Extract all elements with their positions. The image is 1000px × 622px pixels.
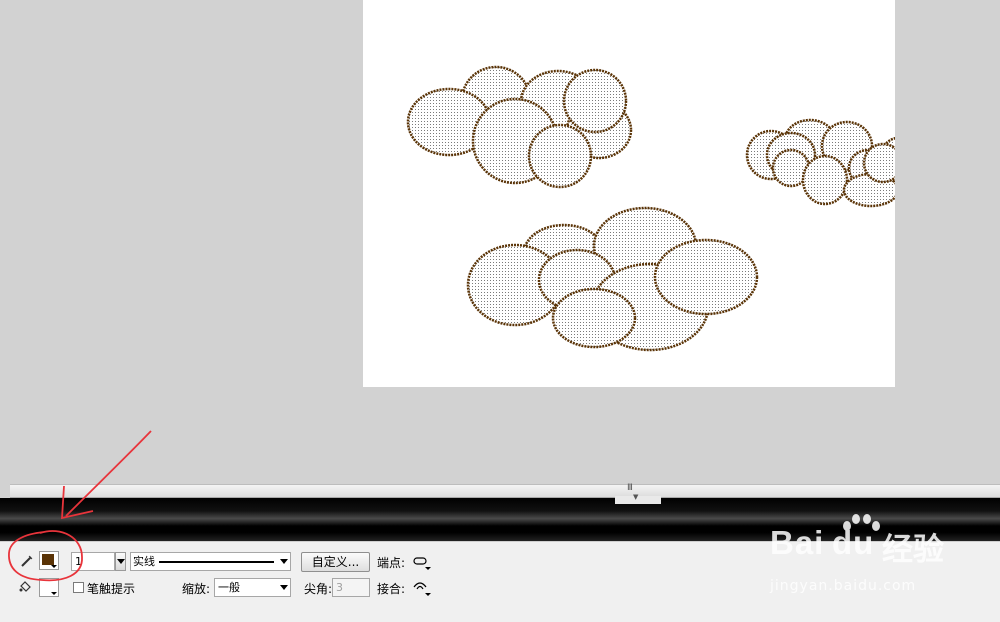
stroke-style-select[interactable]: 实线 [130,552,291,571]
paint-bucket-icon [19,581,31,592]
scrollbar-grip[interactable]: III [627,483,633,493]
cloud-shape-2 [745,118,895,208]
cloud-drawing [406,65,895,352]
round-cap-icon [413,557,431,570]
cloud-shape-3 [466,206,759,352]
stage-canvas[interactable] [363,0,895,387]
collapse-arrow-icon: ▼ [633,493,639,501]
watermark-brand-latin: Bai [770,524,825,561]
pencil-icon [21,555,33,567]
miter-label: 尖角: [304,582,333,596]
miter-input[interactable]: 3 [332,578,370,597]
cap-label: 端点: [377,556,406,570]
workspace-area[interactable] [0,0,1000,484]
stroke-style-value: 实线 [133,555,155,568]
stroke-hinting-checkbox[interactable] [73,582,84,593]
stroke-width-slider-toggle[interactable] [115,552,126,571]
watermark-brand-du: du [832,524,875,561]
stroke-style-preview-line [159,561,274,563]
scale-value: 一般 [218,581,240,594]
scale-label: 缩放: [182,582,211,596]
stroke-width-input[interactable]: 1 [71,552,115,571]
cloud-shape-1 [406,65,633,189]
fill-color-fill [42,581,54,592]
stroke-color-swatch[interactable] [39,551,59,570]
join-label: 接合: [377,582,406,596]
fill-color-swatch[interactable] [39,578,59,597]
swatch-dropdown-icon [51,592,57,595]
panel-collapse-toggle[interactable]: ▼ [615,493,661,504]
round-join-icon [413,582,431,596]
chevron-down-icon [280,559,288,564]
swatch-dropdown-icon [51,565,57,568]
watermark-brand-cn: 经验 [882,532,944,568]
watermark-url: jingyan.baidu.com [770,578,917,594]
scale-select[interactable]: 一般 [214,578,291,597]
horizontal-scrollbar[interactable]: III [10,483,1000,498]
join-style-select[interactable] [411,577,433,597]
custom-stroke-button[interactable]: 自定义... [301,552,370,572]
chevron-down-icon [280,585,288,590]
stroke-color-fill [42,554,54,565]
stroke-hinting-label: 笔触提示 [87,582,136,596]
cap-style-select[interactable] [411,552,433,571]
